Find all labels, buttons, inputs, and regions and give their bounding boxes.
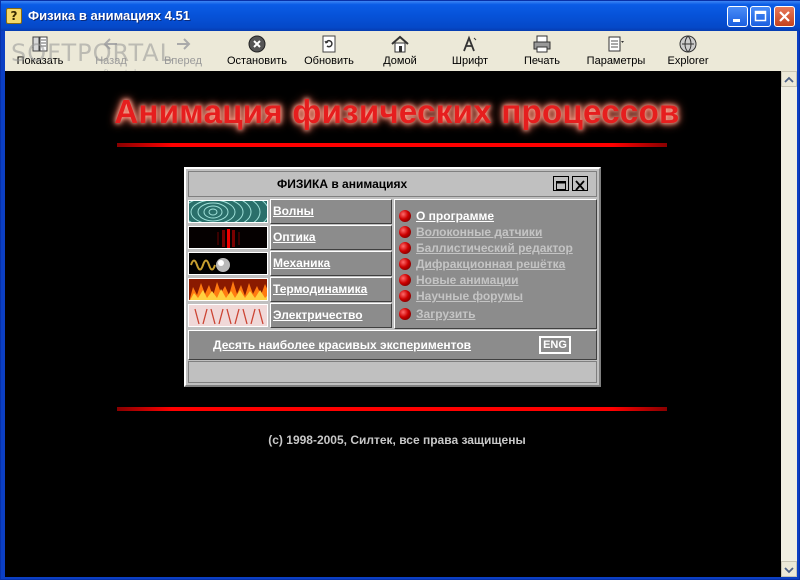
close-button[interactable] <box>774 6 795 27</box>
toolbar-options-label: Параметры <box>586 55 646 67</box>
link-science-forums-label: Научные форумы <box>416 289 523 303</box>
category-waves-label: Волны <box>273 204 314 218</box>
refresh-icon <box>322 35 336 53</box>
waves-thumbnail <box>188 200 268 223</box>
minimize-icon <box>733 19 740 22</box>
scroll-up-button[interactable] <box>781 71 797 87</box>
copyright-text: (c) 1998-2005, Силтек, все права защищен… <box>268 433 526 447</box>
stop-icon <box>248 35 266 53</box>
link-diffraction-grating-label: Дифракционная решётка <box>416 257 566 271</box>
links-list: О программе Волоконные датчики Баллистич… <box>394 199 597 329</box>
font-icon <box>463 35 477 52</box>
bullet-icon <box>399 290 411 302</box>
toolbar-font-button[interactable]: Шрифт <box>445 33 495 69</box>
content-area: Анимация физических процессов ФИЗИКА в а… <box>5 71 781 577</box>
optics-thumbnail <box>188 226 268 249</box>
vertical-scrollbar[interactable] <box>781 71 797 577</box>
toolbar-refresh-label: Обновить <box>304 55 354 67</box>
toolbar-explorer-button[interactable]: Explorer <box>661 33 715 69</box>
category-thermodynamics-label: Термодинамика <box>273 282 368 296</box>
back-arrow-icon <box>103 38 117 50</box>
category-thermodynamics[interactable]: Термодинамика <box>188 277 393 302</box>
main-panel: ФИЗИКА в анимациях Волны Оптика Механика… <box>184 167 601 387</box>
toolbar-forward-label: Вперед <box>164 55 202 67</box>
categories-list: Волны Оптика Механика Термодинамика Элек… <box>188 199 393 329</box>
maximize-button[interactable] <box>750 6 771 27</box>
panel-close-button[interactable] <box>572 176 588 191</box>
category-optics-label: Оптика <box>273 230 316 244</box>
toolbar-print-button[interactable]: Печать <box>517 33 567 69</box>
divider-top <box>117 143 667 147</box>
panel-header: ФИЗИКА в анимациях <box>188 171 597 197</box>
toolbar-options-button[interactable]: Параметры <box>583 33 649 69</box>
toolbar-explorer-label: Explorer <box>667 55 709 67</box>
show-icon <box>32 36 48 52</box>
minimize-button[interactable] <box>727 6 748 27</box>
english-language-button[interactable]: ENG <box>539 336 571 354</box>
bullet-icon <box>399 274 411 286</box>
scroll-down-button[interactable] <box>781 561 797 577</box>
toolbar-refresh-button[interactable]: Обновить <box>299 33 359 69</box>
panel-title: ФИЗИКА в анимациях <box>277 177 408 191</box>
title-bar[interactable]: ? Физика в анимациях 4.51 <box>1 1 800 31</box>
panel-footer: Десять наиболее красивых экспериментов E… <box>188 330 597 360</box>
category-waves-button[interactable]: Волны <box>270 199 392 224</box>
link-new-animations-label: Новые анимации <box>416 273 519 287</box>
divider-bottom <box>117 407 667 411</box>
page-title: Анимация физических процессов <box>114 93 680 130</box>
home-icon <box>391 35 409 53</box>
toolbar-forward-button[interactable]: Вперед <box>155 33 211 69</box>
app-icon: ? <box>6 8 22 24</box>
forward-arrow-icon <box>177 38 191 50</box>
arrow-down-icon <box>784 567 794 574</box>
link-ballistic-editor-label: Баллистический редактор <box>416 241 573 255</box>
link-download-label: Загрузить <box>416 307 476 321</box>
toolbar-stop-label: Остановить <box>226 55 288 67</box>
bullet-icon <box>399 258 411 270</box>
toolbar-stop-button[interactable]: Остановить <box>223 33 291 69</box>
toolbar-back-button[interactable]: Назад <box>85 33 137 69</box>
mechanics-thumbnail <box>188 252 268 275</box>
app-window: ? Физика в анимациях 4.51 Показать Назад… <box>0 0 800 580</box>
category-mechanics-button[interactable]: Механика <box>270 251 392 276</box>
bullet-icon <box>399 226 411 238</box>
category-mechanics-label: Механика <box>273 256 331 270</box>
window-title: Физика в анимациях 4.51 <box>28 8 190 23</box>
category-electricity-button[interactable]: Электричество <box>270 303 392 328</box>
print-icon <box>533 35 551 53</box>
panel-maximize-button[interactable] <box>553 176 569 191</box>
bullet-icon <box>399 210 411 222</box>
options-icon <box>608 36 624 52</box>
explorer-icon <box>679 35 697 53</box>
toolbar-home-label: Домой <box>383 55 417 67</box>
category-optics[interactable]: Оптика <box>188 225 393 250</box>
toolbar-back-label: Назад <box>95 55 127 67</box>
category-electricity[interactable]: Электричество <box>188 303 393 328</box>
arrow-up-icon <box>784 76 794 83</box>
toolbar-show-button[interactable]: Показать <box>9 33 71 69</box>
category-optics-button[interactable]: Оптика <box>270 225 392 250</box>
top10-experiments-link[interactable]: Десять наиболее красивых экспериментов <box>213 338 471 352</box>
close-icon <box>575 180 585 191</box>
category-mechanics[interactable]: Механика <box>188 251 393 276</box>
toolbar-home-button[interactable]: Домой <box>375 33 425 69</box>
category-electricity-label: Электричество <box>273 308 363 322</box>
bullet-icon <box>399 242 411 254</box>
category-waves[interactable]: Волны <box>188 199 393 224</box>
electricity-thumbnail <box>188 304 268 327</box>
status-strip <box>188 361 597 383</box>
close-icon <box>779 11 790 22</box>
maximize-icon <box>556 181 566 190</box>
bullet-icon <box>399 308 411 320</box>
toolbar-show-label: Показать <box>16 55 64 67</box>
link-about-label: О программе <box>416 209 495 223</box>
toolbar-print-label: Печать <box>523 55 561 67</box>
maximize-icon <box>754 10 767 22</box>
link-fiber-sensors-label: Волоконные датчики <box>416 225 543 239</box>
fire-thumbnail <box>188 278 268 301</box>
toolbar: Показать Назад Вперед Остановить Обновит… <box>5 31 797 71</box>
toolbar-font-label: Шрифт <box>451 55 489 67</box>
category-thermodynamics-button[interactable]: Термодинамика <box>270 277 392 302</box>
